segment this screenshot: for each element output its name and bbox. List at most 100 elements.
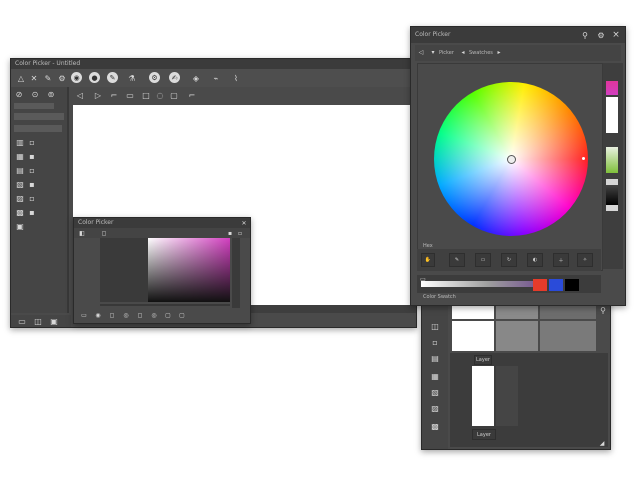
gear-icon[interactable]: ⚙ [149, 72, 160, 83]
bracket-icon[interactable]: ⌐ [187, 90, 197, 100]
tool-icon[interactable]: ▫ [27, 165, 37, 175]
layers-icon[interactable]: ▭ [80, 311, 88, 319]
square-icon[interactable]: ▫ [236, 229, 244, 237]
tab-swatches[interactable]: Swatches [469, 50, 493, 56]
tool-icon[interactable]: ▪ [27, 207, 37, 217]
layer-swatch-gray[interactable] [496, 321, 538, 351]
lasso-icon[interactable]: ⊙ [30, 89, 40, 99]
eraser-icon[interactable]: ▨ [15, 193, 25, 203]
square-icon[interactable]: ▢ [178, 311, 186, 319]
tool-icon[interactable]: ▫ [27, 193, 37, 203]
folder-icon[interactable]: ▧ [430, 387, 440, 397]
plus-button[interactable]: ＋ [553, 253, 569, 267]
square-icon[interactable]: ▢ [164, 311, 172, 319]
lasso-icon[interactable]: ⌇ [231, 73, 241, 83]
text-icon[interactable]: ▫ [27, 137, 37, 147]
swatch-green[interactable] [606, 147, 618, 173]
square-icon[interactable]: ◻ [100, 229, 108, 237]
swatch-black[interactable] [565, 279, 579, 291]
folder-icon[interactable]: ▣ [49, 316, 59, 326]
pen-icon[interactable]: ▣ [15, 221, 25, 231]
bucket-icon[interactable]: ⚗ [127, 73, 137, 83]
brush-icon[interactable]: ✎ [107, 72, 118, 83]
pencil-icon[interactable]: ✎ [43, 73, 53, 83]
square-icon[interactable]: ◻ [136, 311, 144, 319]
square-icon[interactable]: □ [141, 90, 151, 100]
layer-swatch-white[interactable] [452, 305, 494, 319]
saturation-field[interactable] [148, 238, 230, 302]
tool-row[interactable] [14, 103, 54, 109]
gradient-strip[interactable] [421, 281, 533, 287]
wheel-center-handle[interactable] [507, 155, 516, 164]
close-icon[interactable]: ◫ [430, 321, 440, 331]
tool-icon[interactable]: ▪ [27, 179, 37, 189]
eyedropper-icon[interactable]: ▦ [15, 151, 25, 161]
square-icon[interactable]: ▪ [226, 229, 234, 237]
layer-swatch-gray[interactable] [540, 305, 596, 319]
arrow-left-icon[interactable]: ◁ [417, 48, 425, 56]
swatch-red[interactable] [533, 279, 547, 291]
close-icon[interactable]: × [611, 30, 621, 40]
tool-row[interactable] [14, 125, 62, 132]
stamp-icon[interactable]: ▧ [15, 179, 25, 189]
wheel-edge-handle[interactable] [582, 157, 585, 160]
square-button[interactable]: ▭ [475, 253, 491, 267]
layer-tab[interactable]: Layer [474, 355, 492, 365]
text-icon[interactable]: ▦ [430, 371, 440, 381]
eyedropper-button[interactable]: ✎ [449, 253, 465, 267]
menu-icon[interactable]: ⚙ [597, 31, 605, 40]
dropdown-icon[interactable]: ▾ [429, 48, 437, 56]
bracket-icon[interactable]: ⌐ [109, 90, 119, 100]
circle-icon[interactable]: ◎ [122, 311, 130, 319]
hand-tool-button[interactable]: ✋ [421, 253, 435, 267]
shape-icon[interactable]: ▪ [27, 151, 37, 161]
brush-icon[interactable]: ▩ [430, 421, 440, 431]
close-icon[interactable]: ✕ [29, 73, 39, 83]
gear-icon[interactable]: ⚙ [57, 73, 67, 83]
circle-icon[interactable]: ◎ [150, 311, 158, 319]
layers-icon[interactable]: ▤ [430, 353, 440, 363]
arrow-right-icon[interactable]: ▷ [93, 90, 103, 100]
star-button[interactable]: ✧ [577, 253, 593, 267]
pin-icon[interactable]: ⚲ [581, 31, 589, 40]
brush-icon[interactable]: ◉ [94, 311, 102, 319]
move-icon[interactable]: ⊘ [14, 89, 24, 99]
resize-icon[interactable]: ◢ [598, 439, 606, 447]
layer-label-button[interactable]: Layer [472, 429, 496, 440]
frame-icon[interactable]: ▭ [125, 90, 135, 100]
eyedropper-icon[interactable]: ◧ [78, 229, 86, 237]
layer-swatch-gray[interactable] [496, 305, 538, 319]
image-icon[interactable]: ▨ [430, 403, 440, 413]
refresh-button[interactable]: ↻ [501, 253, 517, 267]
square-icon[interactable]: ▢ [169, 90, 179, 100]
pin-icon[interactable]: ⚲ [598, 305, 608, 315]
arrow-left-icon[interactable]: ◁ [75, 90, 85, 100]
swatch-blue[interactable] [549, 279, 563, 291]
layer-swatch-gray[interactable] [540, 321, 596, 351]
arrow-icon[interactable]: ▫ [430, 337, 440, 347]
dropdown-icon[interactable]: ◂ [459, 48, 467, 56]
expand-icon[interactable]: ▸ [495, 48, 503, 56]
swatch-white[interactable] [606, 97, 618, 133]
square-icon[interactable]: ◻ [108, 311, 116, 319]
brush-icon[interactable]: ✍ [169, 72, 180, 83]
layers-icon[interactable]: ▭ [17, 316, 27, 326]
swatch-magenta[interactable] [606, 81, 618, 95]
layer-column-white[interactable] [472, 366, 494, 426]
eye-icon[interactable]: ◉ [71, 72, 82, 83]
selection-icon[interactable]: ⊚ [46, 89, 56, 99]
mask-icon[interactable]: ◫ [33, 316, 43, 326]
tool-row[interactable] [14, 113, 64, 120]
close-icon[interactable]: ✕ [240, 219, 248, 227]
triangle-icon[interactable]: △ [16, 73, 26, 83]
fill-icon[interactable]: ◈ [191, 73, 201, 83]
swatch-black[interactable] [606, 185, 618, 205]
panel-scrollbar[interactable] [232, 238, 240, 308]
gradient-icon[interactable]: ▩ [15, 207, 25, 217]
brush-icon[interactable]: ▤ [15, 165, 25, 175]
pin-icon[interactable]: ⌁ [211, 73, 221, 83]
circle-icon[interactable]: ● [89, 72, 100, 83]
contrast-button[interactable]: ◐ [527, 253, 543, 267]
layer-swatch-white[interactable] [452, 321, 494, 351]
tab-picker[interactable]: Picker [439, 50, 454, 56]
